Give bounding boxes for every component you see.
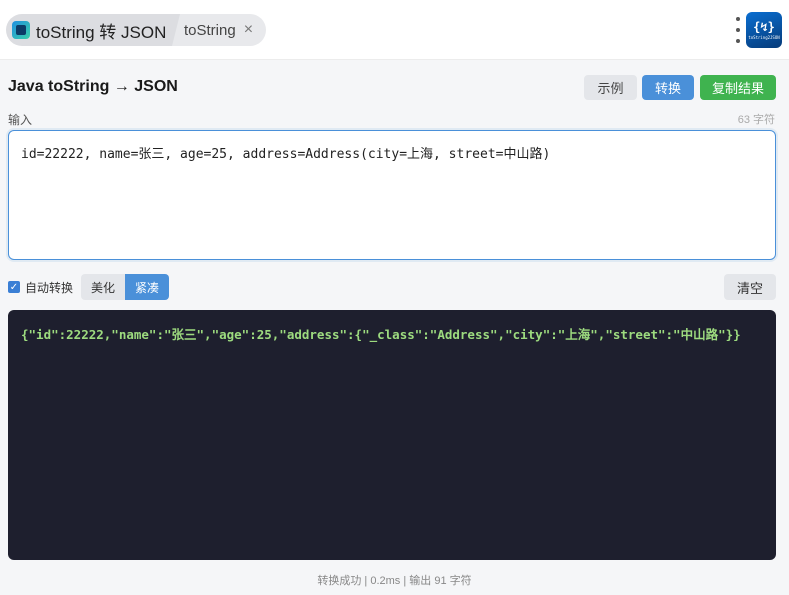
- char-count: 63 字符: [737, 114, 775, 126]
- input-textarea[interactable]: id=22222, name=张三, age=25, address=Addre…: [8, 130, 776, 260]
- app-icon: [12, 21, 30, 39]
- page-title: Java toString → JSON: [8, 78, 178, 95]
- status-bar: 转换成功 | 0.2ms | 输出 91 字符: [317, 575, 472, 587]
- copy-result-button[interactable]: 复制结果: [700, 75, 776, 100]
- output-text: {"id":22222,"name":"张三","age":25,"addres…: [21, 327, 741, 342]
- example-button[interactable]: 示例: [584, 75, 637, 100]
- tab-tostring-to-json[interactable]: toString 转 JSON: [6, 14, 180, 46]
- auto-convert-option[interactable]: ✓ 自动转换: [8, 274, 73, 300]
- logo-braces: {↯}: [753, 20, 775, 34]
- convert-button[interactable]: 转换: [642, 75, 694, 100]
- tab-title: toString: [184, 21, 236, 39]
- pretty-mode-button[interactable]: 美化: [81, 274, 125, 300]
- logo-text: toString2JSON: [748, 35, 780, 40]
- auto-convert-label: 自动转换: [25, 280, 74, 295]
- close-icon[interactable]: ×: [244, 21, 253, 39]
- top-bar: toString 转 JSON toString × {↯} toString2…: [0, 0, 789, 60]
- auto-convert-checkbox[interactable]: ✓: [8, 281, 20, 293]
- clear-button[interactable]: 清空: [724, 274, 776, 300]
- extension-logo: {↯} toString2JSON: [746, 12, 782, 48]
- compact-mode-button[interactable]: 紧凑: [125, 274, 169, 300]
- tab-tostring[interactable]: toString ×: [172, 14, 266, 46]
- output-panel[interactable]: {"id":22222,"name":"张三","age":25,"addres…: [8, 310, 776, 560]
- more-menu-icon[interactable]: [735, 17, 741, 43]
- tab-title: toString 转 JSON: [36, 22, 167, 42]
- input-label: 输入: [8, 113, 33, 127]
